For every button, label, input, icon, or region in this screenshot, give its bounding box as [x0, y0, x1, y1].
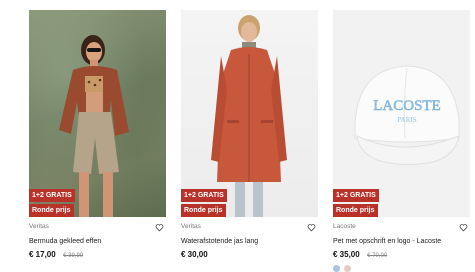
- price-row: € 35,00 € 70,00: [333, 248, 470, 261]
- product-name[interactable]: Bermuda gekleed effen: [29, 237, 166, 246]
- product-price: € 35,00: [333, 250, 360, 259]
- product-grid: 1+2 GRATIS Ronde prijs Veritas Bermuda g…: [29, 10, 470, 272]
- product-image[interactable]: 1+2 GRATIS Ronde prijs: [29, 10, 166, 217]
- product-brand: Lacoste: [333, 223, 356, 230]
- color-swatch-pink[interactable]: [344, 265, 351, 272]
- promo-tags: 1+2 GRATIS Ronde prijs: [29, 189, 75, 217]
- promo-tag: Ronde prijs: [181, 204, 226, 217]
- product-brand: Veritas: [181, 223, 201, 230]
- price-row: € 17,00 € 39,99: [29, 248, 166, 261]
- cap-logo-text: LACOSTE: [373, 98, 441, 114]
- product-old-price: € 70,00: [367, 253, 388, 259]
- promo-tag: Ronde prijs: [29, 204, 74, 217]
- price-row: € 30,00: [181, 248, 318, 260]
- product-image[interactable]: LACOSTE PARIS 1+2 GRATIS Ronde prijs: [333, 10, 470, 217]
- product-image[interactable]: 1+2 GRATIS Ronde prijs: [181, 10, 318, 217]
- product-name[interactable]: Waterafstotende jas lang: [181, 237, 318, 246]
- product-card[interactable]: 1+2 GRATIS Ronde prijs Veritas Bermuda g…: [29, 10, 166, 272]
- product-card[interactable]: 1+2 GRATIS Ronde prijs Veritas Waterafst…: [181, 10, 318, 272]
- cap-photo: LACOSTE PARIS: [354, 65, 460, 166]
- cap-logo-subtext: PARIS: [397, 116, 416, 124]
- product-price: € 30,00: [181, 250, 208, 259]
- promo-tags: 1+2 GRATIS Ronde prijs: [333, 189, 379, 217]
- product-card[interactable]: LACOSTE PARIS 1+2 GRATIS Ronde prijs Lac…: [333, 10, 470, 272]
- product-brand: Veritas: [29, 223, 49, 230]
- promo-tag: Ronde prijs: [333, 204, 378, 217]
- heart-icon[interactable]: [307, 223, 316, 232]
- model-photo: [211, 15, 287, 217]
- product-name[interactable]: Pet met opschrift en logo - Lacoste: [333, 237, 470, 246]
- promo-tag: 1+2 GRATIS: [333, 189, 379, 202]
- promo-tag: 1+2 GRATIS: [29, 189, 75, 202]
- heart-icon[interactable]: [155, 223, 164, 232]
- color-swatch-blue[interactable]: [333, 265, 340, 272]
- heart-icon[interactable]: [459, 223, 468, 232]
- model-photo: [59, 35, 129, 217]
- promo-tag: 1+2 GRATIS: [181, 189, 227, 202]
- color-swatches: [333, 265, 470, 272]
- promo-tags: 1+2 GRATIS Ronde prijs: [181, 189, 227, 217]
- product-price: € 17,00: [29, 250, 56, 259]
- product-old-price: € 39,99: [63, 253, 84, 259]
